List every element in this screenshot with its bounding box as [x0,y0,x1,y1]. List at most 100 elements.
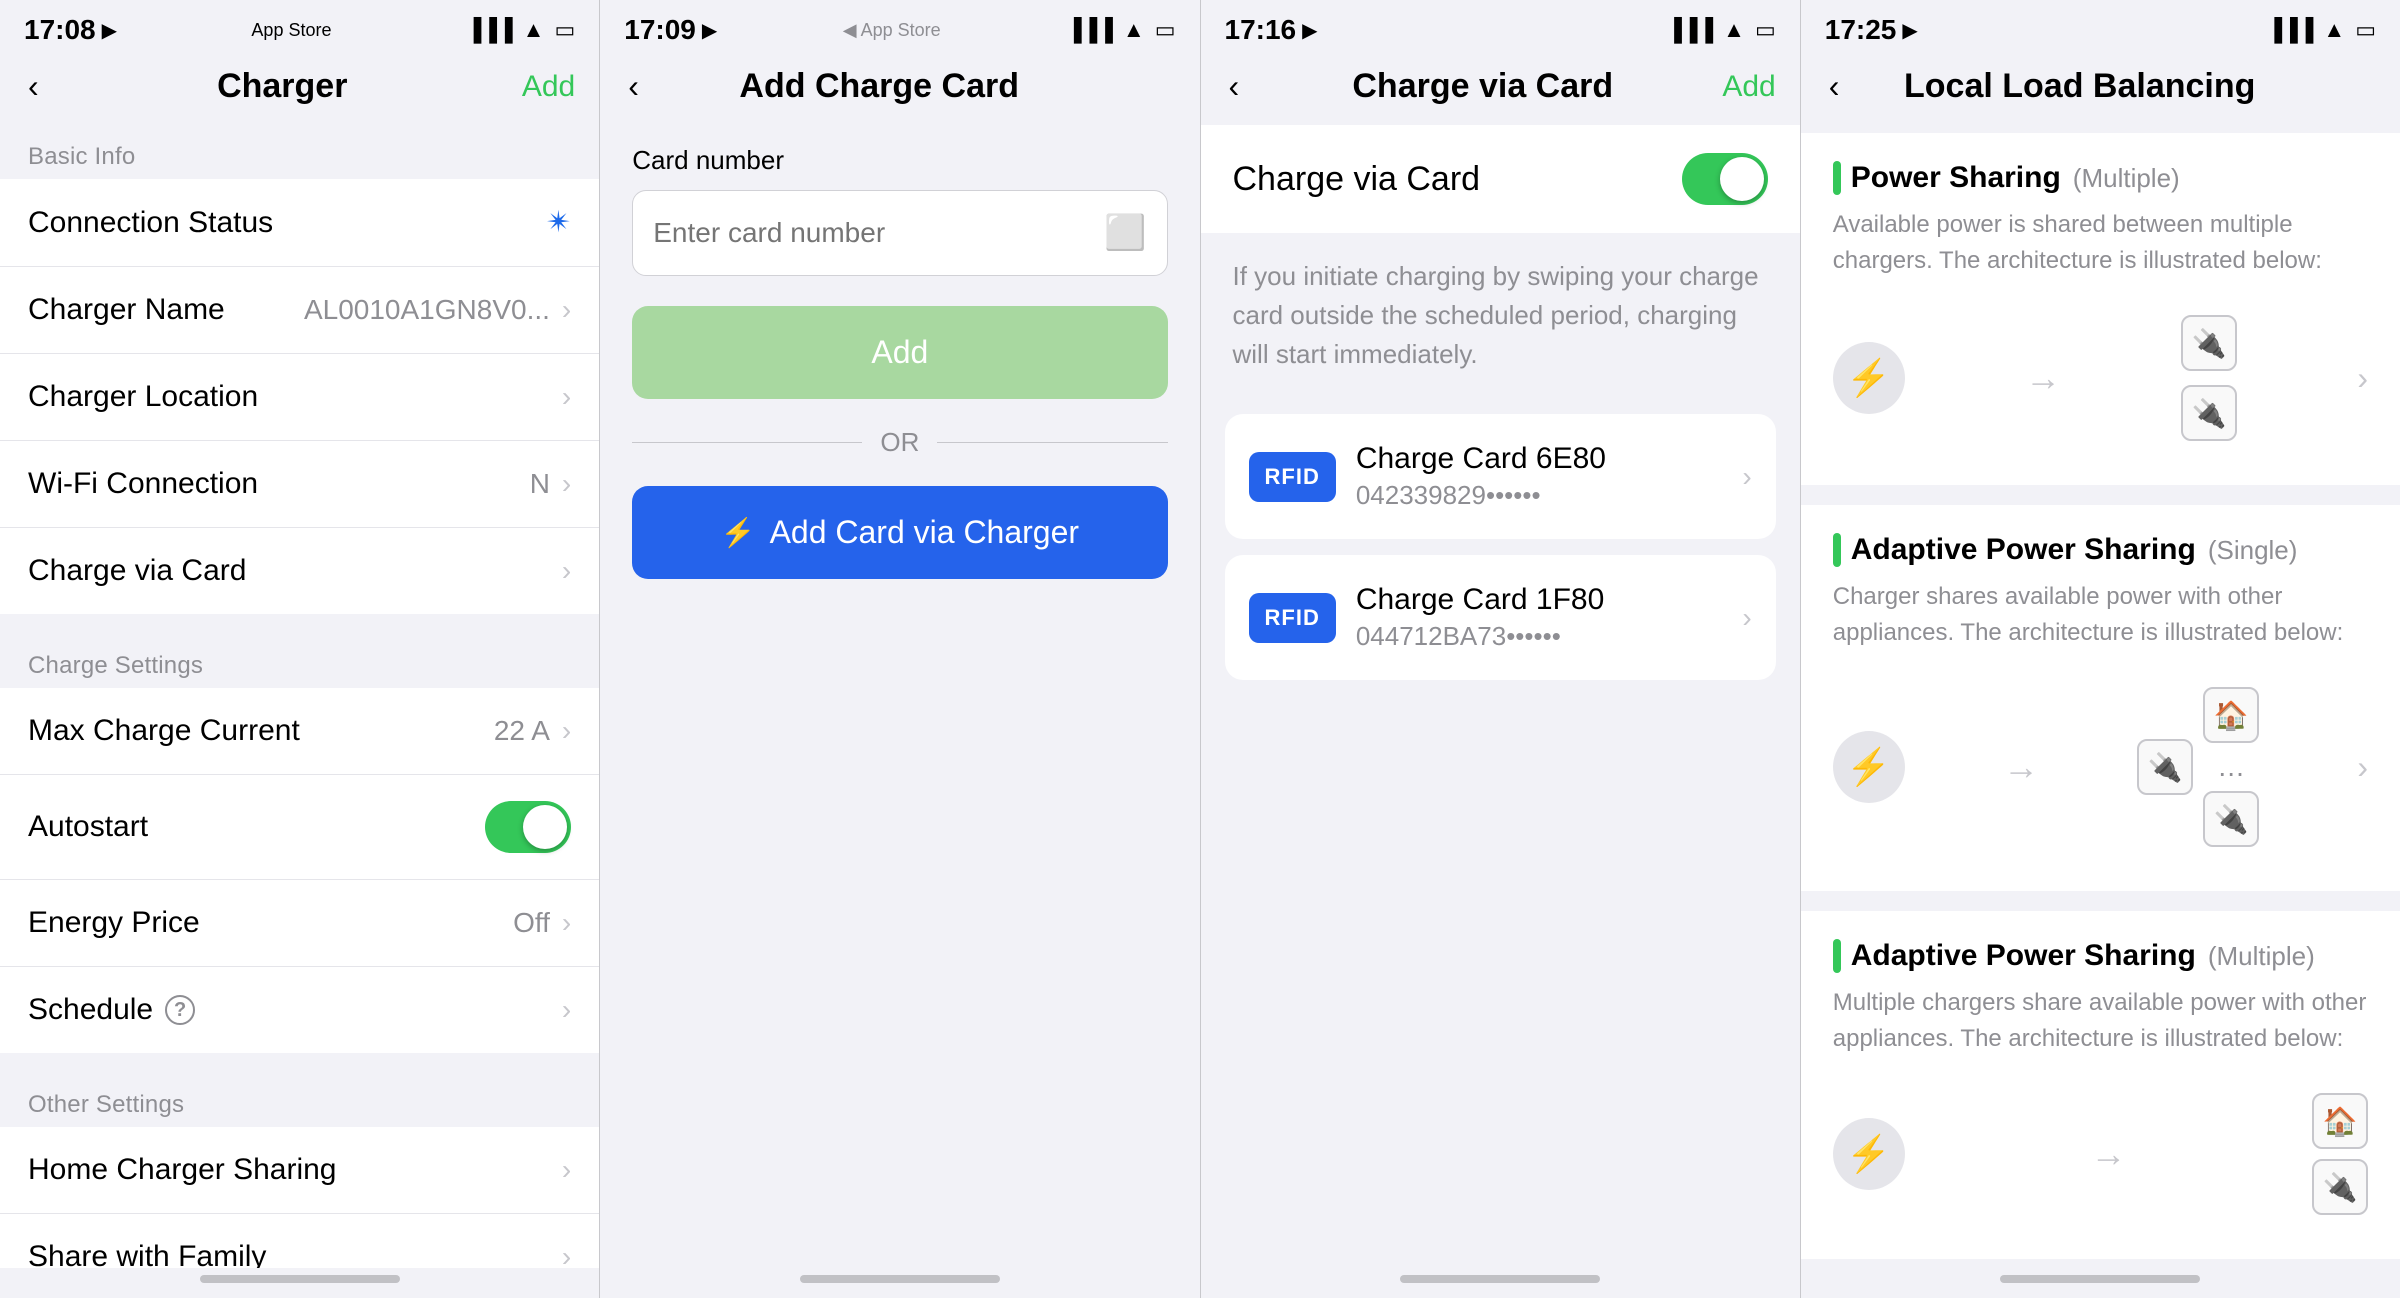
signal-icon-3: ▐▐▐ [1666,17,1713,43]
home-indicator-3 [1201,1268,1800,1298]
add-card-via-charger-button[interactable]: ⚡ Add Card via Charger [632,486,1167,579]
appliance-device-bottom-2: 🔌 [2203,791,2259,847]
signal-icon-2: ▐▐▐ [1066,17,1113,43]
power-source-icon-3: ⚡ [1833,1118,1905,1190]
energy-price-value: Off [513,907,550,939]
add-charge-card-content: Card number ⬜ Add OR ⚡ Add Card via Char… [600,125,1199,1268]
llb-details-arrow-2[interactable]: › [2357,749,2368,786]
charge-via-card-panel: 17:16 ▶ ▐▐▐ ▲ ▭ ‹ Charge via Card Add Ch… [1201,0,1801,1298]
nav-bar-4: ‹ Local Load Balancing [1801,54,2400,125]
back-button-1[interactable]: ‹ [24,64,43,109]
charger-devices-1: 🔌 🔌 [2181,315,2237,441]
card-input-wrap: ⬜ [632,190,1167,276]
chevron-icon: › [562,907,571,939]
charge-via-card-toggle[interactable] [1682,153,1768,205]
schedule-help-icon[interactable]: ? [165,995,195,1025]
home-indicator-2 [600,1268,1199,1298]
charger-name-row[interactable]: Charger Name AL0010A1GN8V0... › [0,267,599,354]
add-via-charger-label: Add Card via Charger [770,514,1079,551]
location-icon-4: ▶ [1902,18,1917,43]
add-button-1[interactable]: Add [522,70,575,104]
location-icon-3: ▶ [1302,18,1317,43]
power-sharing-header: Power Sharing (Multiple) [1833,161,2368,195]
adaptive-power-sharing-single-title: Adaptive Power Sharing [1851,533,2196,567]
power-source-icon-2: ⚡ [1833,731,1905,803]
chevron-icon: › [562,715,571,747]
adaptive-power-sharing-multiple-subtitle: (Multiple) [2208,941,2315,972]
status-bar-1: 17:08 ▶ App Store ▐▐▐ ▲ ▭ [0,0,599,54]
status-icons-1: ▐▐▐ ▲ ▭ [466,17,575,43]
add-card-button[interactable]: Add [632,306,1167,399]
or-line-left [632,442,862,443]
autostart-toggle[interactable] [485,801,571,853]
card-number-input[interactable] [653,217,1104,249]
wifi-icon-2: ▲ [1123,17,1145,43]
max-charge-value: 22 A [494,715,550,747]
scan-icon[interactable]: ⬜ [1104,213,1146,253]
power-sharing-description: Available power is shared between multip… [1833,207,2368,279]
time-3: 17:16 [1225,14,1297,46]
wifi-connection-row[interactable]: Wi-Fi Connection N › [0,441,599,528]
max-charge-current-row[interactable]: Max Charge Current 22 A › [0,688,599,775]
chevron-icon: › [562,1154,571,1186]
charge-via-card-content: Charge via Card If you initiate charging… [1201,125,1800,1268]
home-indicator-1 [0,1268,599,1298]
chevron-icon: › [562,994,571,1026]
rfid-card-1[interactable]: RFID Charge Card 6E80 042339829•••••• › [1225,414,1776,539]
energy-price-label: Energy Price [28,906,200,940]
wifi-value: N [530,468,550,500]
adaptive-power-sharing-single-section: Adaptive Power Sharing (Single) Charger … [1801,505,2400,891]
adaptive-power-sharing-single-description: Charger shares available power with othe… [1833,579,2368,651]
charger-device-bottom-1: 🔌 [2181,385,2237,441]
charge-via-card-description: If you initiate charging by swiping your… [1201,233,1800,398]
charger-location-row[interactable]: Charger Location › [0,354,599,441]
time-4: 17:25 [1825,14,1897,46]
status-bar-4: 17:25 ▶ ▐▐▐ ▲ ▭ [1801,0,2400,54]
back-button-4[interactable]: ‹ [1825,64,1844,109]
home-indicator-4 [1801,1268,2400,1298]
home-charger-sharing-label: Home Charger Sharing [28,1153,336,1187]
home-charger-sharing-row[interactable]: Home Charger Sharing › [0,1127,599,1214]
charger-device-top-1: 🔌 [2181,315,2237,371]
wifi-icon-4: ▲ [2323,17,2345,43]
charge-settings-header: Charge Settings [0,634,599,688]
charge-via-card-row[interactable]: Charge via Card › [0,528,599,614]
section-indicator-3 [1833,939,1841,973]
toggle-knob [523,805,567,849]
schedule-row[interactable]: Schedule ? › [0,967,599,1053]
status-icons-4: ▐▐▐ ▲ ▭ [2267,17,2376,43]
arrow-icon-2: → [2003,746,2039,788]
other-settings-header: Other Settings [0,1073,599,1127]
back-button-3[interactable]: ‹ [1225,64,1244,109]
page-title-4: Local Load Balancing [1904,67,2255,106]
share-with-family-row[interactable]: Share with Family › [0,1214,599,1268]
basic-info-group: Connection Status ✴ Charger Name AL0010A… [0,179,599,614]
adaptive-power-sharing-single-header: Adaptive Power Sharing (Single) [1833,533,2368,567]
rfid-card-2[interactable]: RFID Charge Card 1F80 044712BA73•••••• › [1225,555,1776,680]
wifi-connection-label: Wi-Fi Connection [28,467,258,501]
chevron-icon: › [562,1241,571,1268]
llb-details-arrow-1[interactable]: › [2357,360,2368,397]
rfid-chevron-1: › [1742,461,1751,493]
back-button-2[interactable]: ‹ [624,64,643,109]
share-with-family-label: Share with Family [28,1240,266,1268]
rfid-chevron-2: › [1742,602,1751,634]
page-title-1: Charger [217,67,347,106]
arrow-icon-1: → [2025,357,2061,399]
llb-content: Power Sharing (Multiple) Available power… [1801,125,2400,1268]
status-icons-2: ▐▐▐ ▲ ▭ [1066,17,1175,43]
power-sharing-section: Power Sharing (Multiple) Available power… [1801,133,2400,485]
energy-price-row[interactable]: Energy Price Off › [0,880,599,967]
rfid-number-1: 042339829•••••• [1356,480,1723,511]
status-icons-3: ▐▐▐ ▲ ▭ [1666,17,1775,43]
adaptive-power-sharing-multiple-title: Adaptive Power Sharing [1851,939,2196,973]
time-2: 17:09 [624,14,696,46]
status-bar-3: 17:16 ▶ ▐▐▐ ▲ ▭ [1201,0,1800,54]
signal-icon-1: ▐▐▐ [466,17,513,43]
nav-bar-3: ‹ Charge via Card Add [1201,54,1800,125]
connection-status-row[interactable]: Connection Status ✴ [0,179,599,267]
bluetooth-icon: ✴ [546,205,571,240]
add-button-3[interactable]: Add [1722,70,1775,104]
power-source-icon-1: ⚡ [1833,342,1905,414]
autostart-row[interactable]: Autostart [0,775,599,880]
